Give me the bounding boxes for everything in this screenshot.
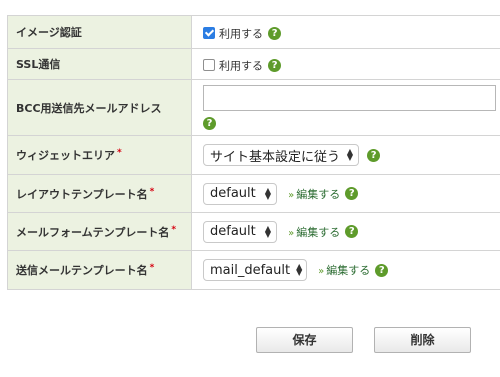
layout-template-select[interactable]: default ▲ ▼ xyxy=(203,182,277,205)
help-icon[interactable]: ? xyxy=(345,225,359,238)
select-arrows-icon: ▲ ▼ xyxy=(264,185,271,201)
select-arrows-icon: ▲ ▼ xyxy=(264,223,271,239)
image-auth-label: イメージ認証 xyxy=(7,15,192,49)
required-mark: * xyxy=(149,263,155,273)
layout-template-header: レイアウトテンプレート名 * xyxy=(7,174,192,213)
ssl-label: SSL通信 xyxy=(7,48,192,80)
mail-template-edit-link[interactable]: » 編集する xyxy=(318,264,370,277)
ssl-checkbox-label[interactable]: 利用する xyxy=(219,59,263,72)
widget-area-selected: サイト基本設定に従う xyxy=(210,149,341,165)
row-bcc: BCC用送信先メールアドレス ? xyxy=(7,79,500,136)
mailform-template-select[interactable]: default ▲ ▼ xyxy=(203,220,277,243)
widget-area-select[interactable]: サイト基本設定に従う ▲ ▼ xyxy=(203,144,359,166)
row-ssl: SSL通信 利用する ? xyxy=(7,48,500,80)
mail-form-settings-table: イメージ認証 利用する ? SSL通信 利用する ? BCC用送信先メールアドレ… xyxy=(7,15,500,290)
mailform-template-label: メールフォームテンプレート名 xyxy=(16,225,170,239)
image-auth-checkbox-label[interactable]: 利用する xyxy=(219,27,263,40)
mailform-template-edit-link[interactable]: » 編集する xyxy=(288,226,340,239)
row-widget-area: ウィジェットエリア * サイト基本設定に従う ▲ ▼ ? xyxy=(7,135,500,175)
mail-template-header: 送信メールテンプレート名 * xyxy=(7,250,192,290)
required-mark: * xyxy=(149,186,155,197)
image-auth-checkbox[interactable] xyxy=(203,27,215,39)
help-icon[interactable]: ? xyxy=(375,263,389,277)
select-arrows-icon: ▲ ▼ xyxy=(296,262,303,277)
help-icon[interactable]: ? xyxy=(268,26,282,40)
select-arrows-icon: ▲ ▼ xyxy=(346,147,353,162)
double-chevron-icon: » xyxy=(318,266,325,277)
mail-template-label: 送信メールテンプレート名 xyxy=(16,264,148,277)
mail-template-select[interactable]: mail_default ▲ ▼ xyxy=(203,259,307,281)
bcc-address-input[interactable] xyxy=(203,84,496,111)
delete-button[interactable]: 削除 xyxy=(374,327,471,353)
help-icon[interactable]: ? xyxy=(268,58,282,72)
help-icon[interactable]: ? xyxy=(367,148,381,162)
save-button[interactable]: 保存 xyxy=(256,327,353,353)
ssl-checkbox[interactable] xyxy=(203,59,215,71)
mail-template-selected: mail_default xyxy=(210,262,291,278)
layout-template-label: レイアウトテンプレート名 xyxy=(16,187,148,201)
help-icon[interactable]: ? xyxy=(345,187,359,200)
required-mark: * xyxy=(117,148,122,158)
help-icon[interactable]: ? xyxy=(203,117,216,131)
row-image-auth: イメージ認証 利用する ? xyxy=(7,15,500,49)
double-chevron-icon: » xyxy=(288,189,295,201)
required-mark: * xyxy=(171,224,177,235)
mailform-template-selected: default xyxy=(210,224,256,239)
double-chevron-icon: » xyxy=(288,227,295,239)
bcc-label: BCC用送信先メールアドレス xyxy=(7,79,192,136)
widget-area-header: ウィジェットエリア * xyxy=(7,135,192,175)
layout-template-selected: default xyxy=(210,186,256,201)
row-mailform-template: メールフォームテンプレート名 * default ▲ ▼ » 編集する ? xyxy=(7,212,500,251)
mailform-template-header: メールフォームテンプレート名 * xyxy=(7,212,192,251)
widget-area-label: ウィジェットエリア xyxy=(16,149,115,162)
layout-template-edit-link[interactable]: » 編集する xyxy=(288,188,340,201)
row-mail-template: 送信メールテンプレート名 * mail_default ▲ ▼ » 編集する ? xyxy=(7,250,500,290)
row-layout-template: レイアウトテンプレート名 * default ▲ ▼ » 編集する ? xyxy=(7,174,500,213)
